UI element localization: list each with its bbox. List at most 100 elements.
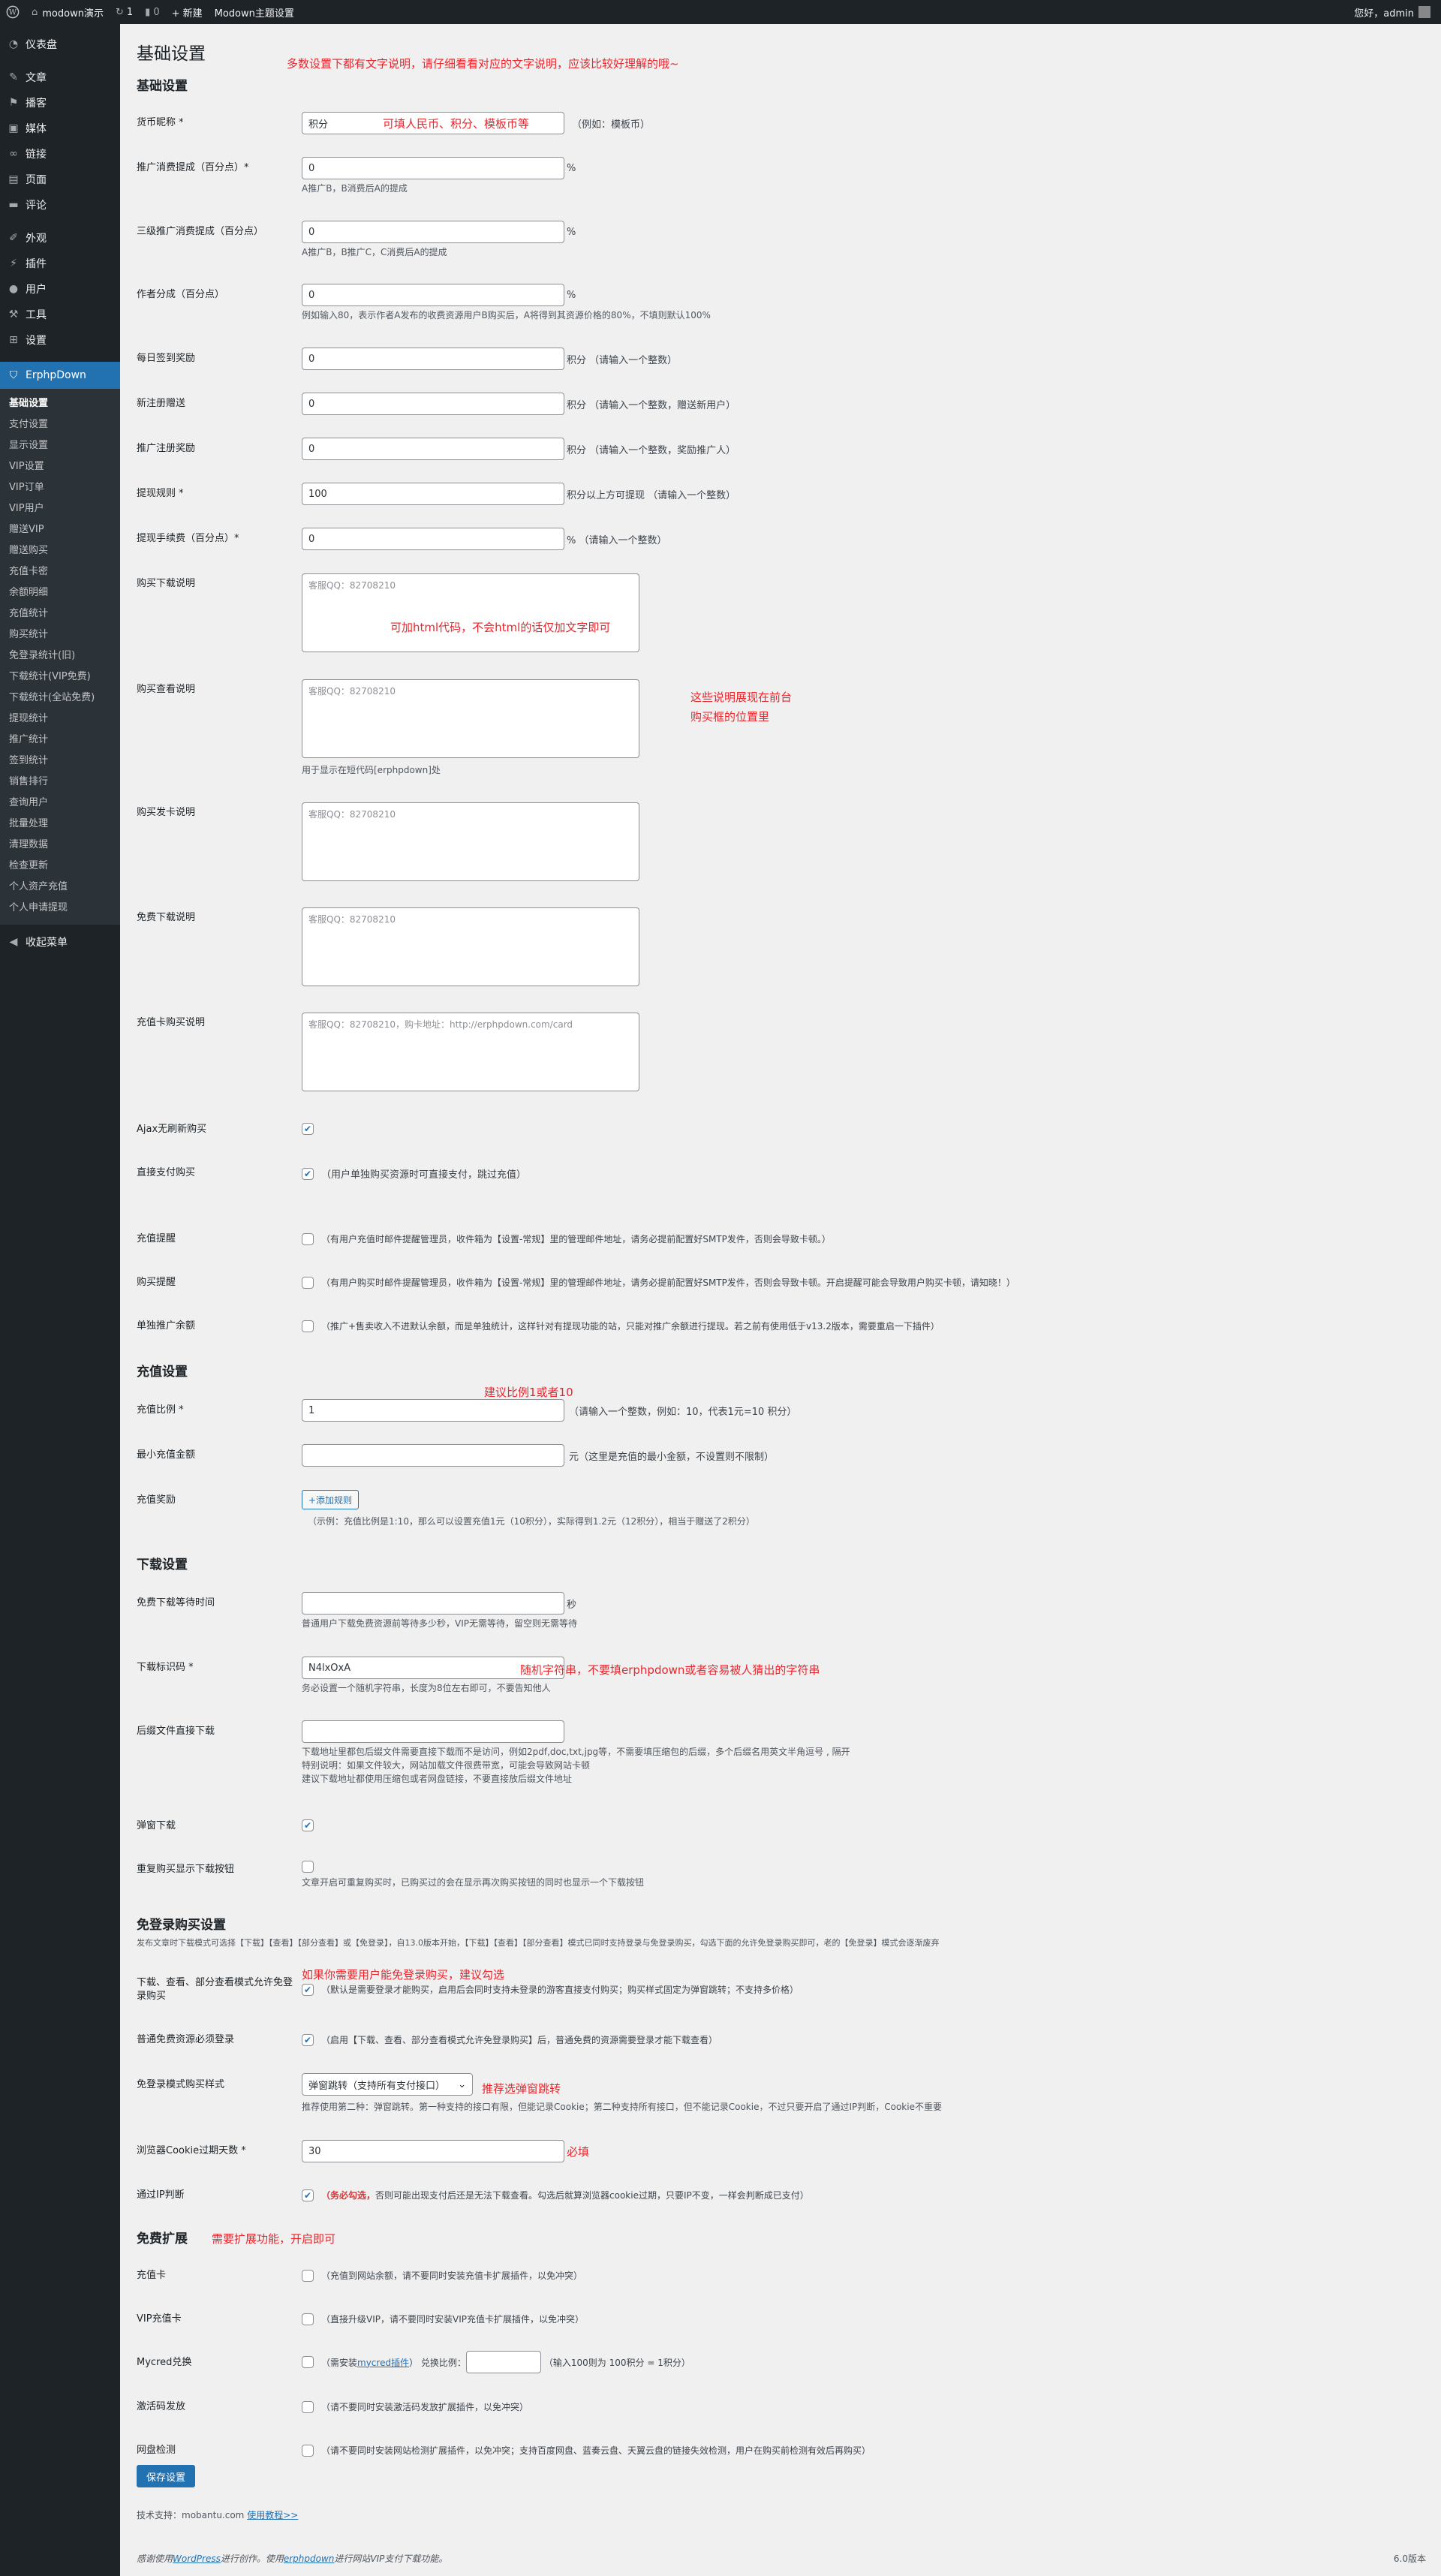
collapse-menu-button[interactable]: ◀ 收起菜单 xyxy=(0,929,120,955)
tutorial-link[interactable]: 使用教程>> xyxy=(247,2510,298,2520)
my-account[interactable]: 您好，admin xyxy=(1354,0,1430,24)
checkin-input[interactable] xyxy=(302,348,564,370)
menu-pages[interactable]: ▤ 页面 xyxy=(0,167,120,192)
mycred-ratio-input[interactable] xyxy=(465,2351,541,2373)
recharge-card-textarea[interactable]: 客服QQ：82708210，购卡地址：http://erphpdown.com/… xyxy=(302,1013,639,1091)
menu-tools[interactable]: ⚒ 工具 xyxy=(0,302,120,327)
shield-icon: ⛉ xyxy=(9,369,18,381)
erphpdown-link[interactable]: erphpdown xyxy=(284,2553,335,2564)
submenu-item[interactable]: 查询用户 xyxy=(0,793,120,814)
ip-check-checkbox[interactable]: ✔ xyxy=(302,2189,314,2201)
field-label: 免费下载等待时间 xyxy=(137,1597,215,1608)
menu-users[interactable]: ● 用户 xyxy=(0,276,120,302)
allow-nologin-checkbox[interactable]: ✔ xyxy=(302,1983,314,1996)
field-label: 新注册赠送 xyxy=(137,398,186,409)
submenu-item[interactable]: 购买统计 xyxy=(0,624,120,646)
style-row: 弹窗跳转（支持所有支付接口） ⌄ xyxy=(302,2073,473,2096)
purchase-style-select[interactable]: 弹窗跳转（支持所有支付接口） ⌄ xyxy=(302,2073,473,2096)
field-description: A推广B，B消费后A的提成 xyxy=(302,183,408,194)
menu-plugins[interactable]: ⚡ 插件 xyxy=(0,251,120,276)
submenu-item[interactable]: 销售排行 xyxy=(0,772,120,793)
submenu-item[interactable]: 免登录统计(旧) xyxy=(0,646,120,667)
submenu-item[interactable]: 签到统计 xyxy=(0,751,120,772)
site-name-link[interactable]: ⌂ modown演示 xyxy=(26,0,110,24)
new-content-link[interactable]: + 新建 xyxy=(166,0,209,24)
suffix-input[interactable] xyxy=(302,1720,564,1743)
ratio-input[interactable] xyxy=(302,1399,564,1422)
netdisk-check-checkbox[interactable] xyxy=(302,2444,314,2457)
user-icon: ● xyxy=(8,283,19,295)
wordpress-logo-icon[interactable]: W xyxy=(0,0,26,24)
field-label: 下载、查看、部分查看模式允许免登录购买 xyxy=(137,1977,293,2002)
updates-link[interactable]: ↻ 1 xyxy=(110,0,139,24)
submenu-item[interactable]: 充值卡密 xyxy=(0,561,120,582)
submenu-item[interactable]: 提现统计 xyxy=(0,709,120,730)
submenu-item[interactable]: 个人资产充值 xyxy=(0,877,120,898)
submenu-item[interactable]: 显示设置 xyxy=(0,435,120,456)
popup-download-checkbox[interactable]: ✔ xyxy=(302,1819,314,1831)
save-settings-button[interactable]: 保存设置 xyxy=(137,2465,196,2487)
remind-charge-checkbox[interactable] xyxy=(302,1232,314,1245)
comments-link[interactable]: ▮ 0 xyxy=(139,0,165,24)
submenu-item[interactable]: 支付设置 xyxy=(0,414,120,435)
wait-time-input[interactable] xyxy=(302,1592,564,1615)
submenu-item[interactable]: 批量处理 xyxy=(0,814,120,835)
submenu-item[interactable]: VIP用户 xyxy=(0,498,120,519)
menu-comments[interactable]: ▬ 评论 xyxy=(0,192,120,218)
submenu-item[interactable]: 基础设置 xyxy=(0,393,120,414)
add-rule-button[interactable]: +添加规则 xyxy=(302,1490,359,1509)
promo-input[interactable] xyxy=(302,157,564,179)
menu-dashboard[interactable]: ◔ 仪表盘 xyxy=(0,32,120,57)
comment-icon: ▬ xyxy=(8,199,19,211)
menu-links[interactable]: ∞ 链接 xyxy=(0,141,120,167)
submenu-item[interactable]: 赠送购买 xyxy=(0,540,120,561)
submenu-item[interactable]: 个人申请提现 xyxy=(0,898,120,919)
menu-appearance[interactable]: ✐ 外观 xyxy=(0,225,120,251)
submenu-item[interactable]: 推广统计 xyxy=(0,730,120,751)
author-share-input[interactable] xyxy=(302,284,564,306)
repeat-buy-checkbox[interactable] xyxy=(302,1861,314,1873)
cookie-days-input[interactable] xyxy=(302,2140,564,2162)
menu-podcast[interactable]: ⚑ 播客 xyxy=(0,90,120,116)
menu-erphpdown[interactable]: ⛉ ErphpDown xyxy=(0,362,120,389)
ajax-checkbox[interactable]: ✔ xyxy=(302,1123,314,1135)
wordpress-link[interactable]: WordPress xyxy=(173,2553,221,2564)
menu-media[interactable]: ▣ 媒体 xyxy=(0,116,120,141)
submenu-item[interactable]: VIP订单 xyxy=(0,477,120,498)
field-label: VIP充值卡 xyxy=(137,2313,182,2325)
recharge-card-checkbox[interactable] xyxy=(302,2269,314,2282)
submenu-item[interactable]: 赠送VIP xyxy=(0,519,120,540)
mycred-checkbox[interactable] xyxy=(302,2356,314,2368)
section-title-basic: 基础设置 xyxy=(137,79,188,94)
free-download-textarea[interactable]: 客服QQ：82708210 xyxy=(302,907,639,986)
submenu-item[interactable]: VIP设置 xyxy=(0,456,120,477)
submenu-item[interactable]: 清理数据 xyxy=(0,835,120,856)
withdraw-input[interactable] xyxy=(302,483,564,505)
fee-input[interactable] xyxy=(302,528,564,550)
submenu-item[interactable]: 充值统计 xyxy=(0,603,120,624)
buy-view-textarea[interactable]: 客服QQ：82708210 xyxy=(302,679,639,758)
separate-balance-checkbox[interactable] xyxy=(302,1320,314,1332)
buy-download-textarea[interactable]: 客服QQ：82708210 xyxy=(302,573,639,652)
direct-pay-checkbox[interactable]: ✔ xyxy=(302,1167,314,1180)
reward-row: +添加规则 xyxy=(302,1490,359,1509)
mycred-plugin-link[interactable]: mycred插件 xyxy=(357,2356,409,2369)
buy-card-textarea[interactable]: 客服QQ：82708210 xyxy=(302,802,639,881)
flag-icon: ⚑ xyxy=(8,97,19,109)
newreg-input[interactable] xyxy=(302,393,564,415)
normal-login-checkbox[interactable]: ✔ xyxy=(302,2033,314,2046)
menu-posts[interactable]: ✎ 文章 xyxy=(0,65,120,90)
remind-buy-checkbox[interactable] xyxy=(302,1276,314,1289)
submenu-item[interactable]: 下载统计(VIP免费) xyxy=(0,667,120,688)
submenu-item[interactable]: 检查更新 xyxy=(0,856,120,877)
menu-settings[interactable]: ⊞ 设置 xyxy=(0,327,120,353)
promo3-input[interactable] xyxy=(302,221,564,243)
wait-row: 秒 xyxy=(302,1592,576,1615)
submenu-item[interactable]: 下载统计(全站免费) xyxy=(0,688,120,709)
theme-settings-link[interactable]: Modown主题设置 xyxy=(209,0,300,24)
vip-card-checkbox[interactable] xyxy=(302,2313,314,2325)
submenu-item[interactable]: 余额明细 xyxy=(0,582,120,603)
activation-code-checkbox[interactable] xyxy=(302,2400,314,2413)
promoreg-input[interactable] xyxy=(302,438,564,460)
min-amount-input[interactable] xyxy=(302,1444,564,1467)
